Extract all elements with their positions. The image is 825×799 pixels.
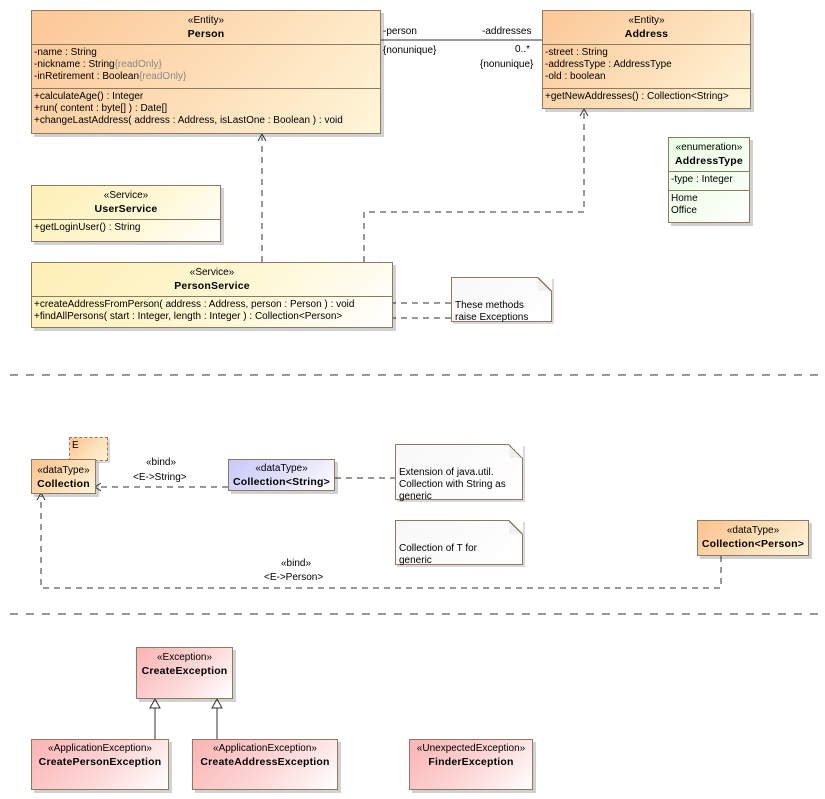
datatype-collection-string[interactable]: «dataType» Collection<String> [228,459,335,491]
note-line: generic [399,491,432,502]
arrowhead-address [579,107,589,117]
bind-stereotype-string: «bind» [146,457,177,468]
generalization-arrow-1 [149,697,161,709]
stereotype: «UnexpectedException» [416,743,526,754]
operation: +run( content : byte[] ) : Date[] [34,103,168,114]
class-name: Person [187,28,225,40]
class-name: CreatePersonException [38,756,162,768]
class-name: Collection<String> [233,476,330,488]
class-name: FinderException [428,756,514,768]
stereotype: «enumeration» [675,142,743,153]
template-parameter: E [69,437,108,461]
operations-compartment: +getLoginUser() : String [32,219,220,237]
attributes-compartment: -type : Integer [669,171,749,190]
assoc-address-constraint: {nonunique} [480,59,534,70]
datatype-collection[interactable]: «dataType» Collection [31,459,96,494]
class-name: PersonService [174,280,250,292]
class-name: CreateAddressException [200,756,330,768]
stereotype: «ApplicationException» [48,743,152,754]
enum-literal: Home [671,193,698,204]
operations-compartment: +calculateAge() : Integer +run( content … [32,88,380,130]
attribute: -type : Integer [671,174,733,185]
stereotype: «Entity» [187,15,225,26]
bind-substitution-person: <E->Person> [264,572,324,583]
stereotype: «Entity» [628,15,665,26]
template-param-name: E [72,440,79,451]
operations-compartment: +createAddressFromPerson( address : Addr… [32,296,392,326]
operation: +getLoginUser() : String [34,222,141,233]
attribute: -street : String [545,47,608,58]
enum-addresstype[interactable]: «enumeration» AddressType -type : Intege… [668,137,750,223]
class-name: UserService [94,203,158,215]
class-name: Collection<Person> [701,538,805,550]
note-collection-t[interactable]: Collection of T for generic [395,520,523,566]
note-line: Extension of java.util. [399,467,494,478]
attributes-compartment: -street : String -addressType : AddressT… [543,44,750,88]
attribute: -addressType : AddressType [545,59,672,70]
bind-stereotype-person: «bind» [281,558,312,569]
arrowhead-person [257,132,267,142]
enum-literal: Office [671,205,697,216]
generalization-arrow-2 [211,697,223,709]
attribute: -inRetirement : Boolean{readOnly} [34,71,187,82]
binding-collection-person[interactable] [40,496,722,589]
arrowhead-bind-person [36,491,46,501]
note-line: These methods [455,300,524,311]
operation: +changeLastAddress( address : Address, i… [34,115,343,126]
assoc-address-role: -addresses [482,26,532,37]
assoc-person-constraint: {nonunique} [383,45,437,56]
datatype-collection-person[interactable]: «dataType» Collection<Person> [697,520,809,556]
class-personservice[interactable]: «Service» PersonService +createAddressFr… [31,262,393,328]
stereotype: «Exception» [156,652,213,663]
class-createpersonexception[interactable]: «ApplicationException» CreatePersonExcep… [31,739,169,790]
stereotype: «ApplicationException» [213,743,317,754]
note-line: generic [399,555,432,566]
stereotype: «dataType» [37,465,90,476]
operation: +calculateAge() : Integer [34,91,144,102]
attribute: -name : String [34,47,97,58]
class-name: Address [624,28,669,40]
class-userservice[interactable]: «Service» UserService +getLoginUser() : … [31,185,221,242]
stereotype: «Service» [189,267,235,278]
operation: +findAllPersons( start : Integer, length… [34,311,343,322]
assoc-address-multiplicity: 0..* [515,44,531,55]
assoc-person-role: -person [383,26,417,37]
attributes-compartment: -name : String -nickname : String{readOn… [32,44,380,88]
note-line: raise Exceptions [455,312,529,323]
stereotype: «Service» [103,190,149,201]
bind-substitution-string: <E->String> [133,472,187,483]
class-finderexception[interactable]: «UnexpectedException» FinderException [409,739,533,790]
literals-compartment: Home Office [669,190,749,220]
class-name: Collection [37,478,90,490]
stereotype: «dataType» [726,525,780,536]
note-collection-string[interactable]: Extension of java.util. Collection with … [395,444,523,502]
note-line: Collection with String as [399,479,506,490]
dependency-personservice-address[interactable] [363,112,585,262]
note-line: Collection of T for [399,543,478,554]
class-person[interactable]: «Entity» Person -name : String -nickname… [31,10,381,134]
operation: +createAddressFromPerson( address : Addr… [34,299,355,310]
stereotype: «dataType» [255,463,308,474]
class-name: AddressType [675,155,743,167]
operations-compartment: +getNewAddresses() : Collection<String> [543,88,750,106]
attribute: -old : boolean [545,71,606,82]
note-exceptions[interactable]: These methods raise Exceptions [451,277,552,323]
class-address[interactable]: «Entity» Address -street : String -addre… [542,10,751,109]
class-createaddressexception[interactable]: «ApplicationException» CreateAddressExce… [192,739,338,790]
class-createexception[interactable]: «Exception» CreateException [136,647,233,699]
operation: +getNewAddresses() : Collection<String> [545,91,729,102]
attribute: -nickname : String{readOnly} [34,59,162,70]
class-name: CreateException [141,665,228,677]
